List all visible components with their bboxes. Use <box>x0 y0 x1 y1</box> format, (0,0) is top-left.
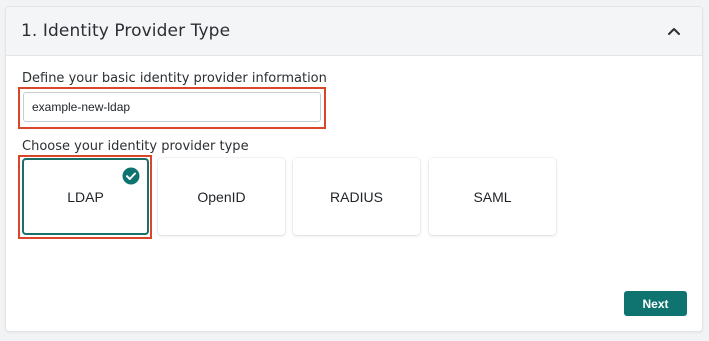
identity-provider-type-panel: 1. Identity Provider Type Define your ba… <box>5 6 703 332</box>
provider-name-input[interactable] <box>23 92 321 122</box>
next-button[interactable]: Next <box>624 291 687 316</box>
section-title: 1. Identity Provider Type <box>21 21 231 41</box>
section-header[interactable]: 1. Identity Provider Type <box>6 7 702 56</box>
provider-option-label: RADIUS <box>330 188 383 205</box>
provider-option-openid[interactable]: OpenID <box>158 158 285 235</box>
basic-info-label: Define your basic identity provider info… <box>22 71 327 86</box>
check-circle-icon <box>122 167 140 185</box>
provider-option-ldap[interactable]: LDAP <box>22 158 149 235</box>
provider-option-label: OpenID <box>197 188 246 205</box>
chevron-up-icon[interactable] <box>664 21 684 41</box>
provider-option-label: LDAP <box>67 188 104 205</box>
provider-option-label: SAML <box>473 188 512 205</box>
provider-option-radius[interactable]: RADIUS <box>293 158 420 235</box>
provider-type-label: Choose your identity provider type <box>22 139 249 154</box>
provider-option-saml[interactable]: SAML <box>429 158 556 235</box>
